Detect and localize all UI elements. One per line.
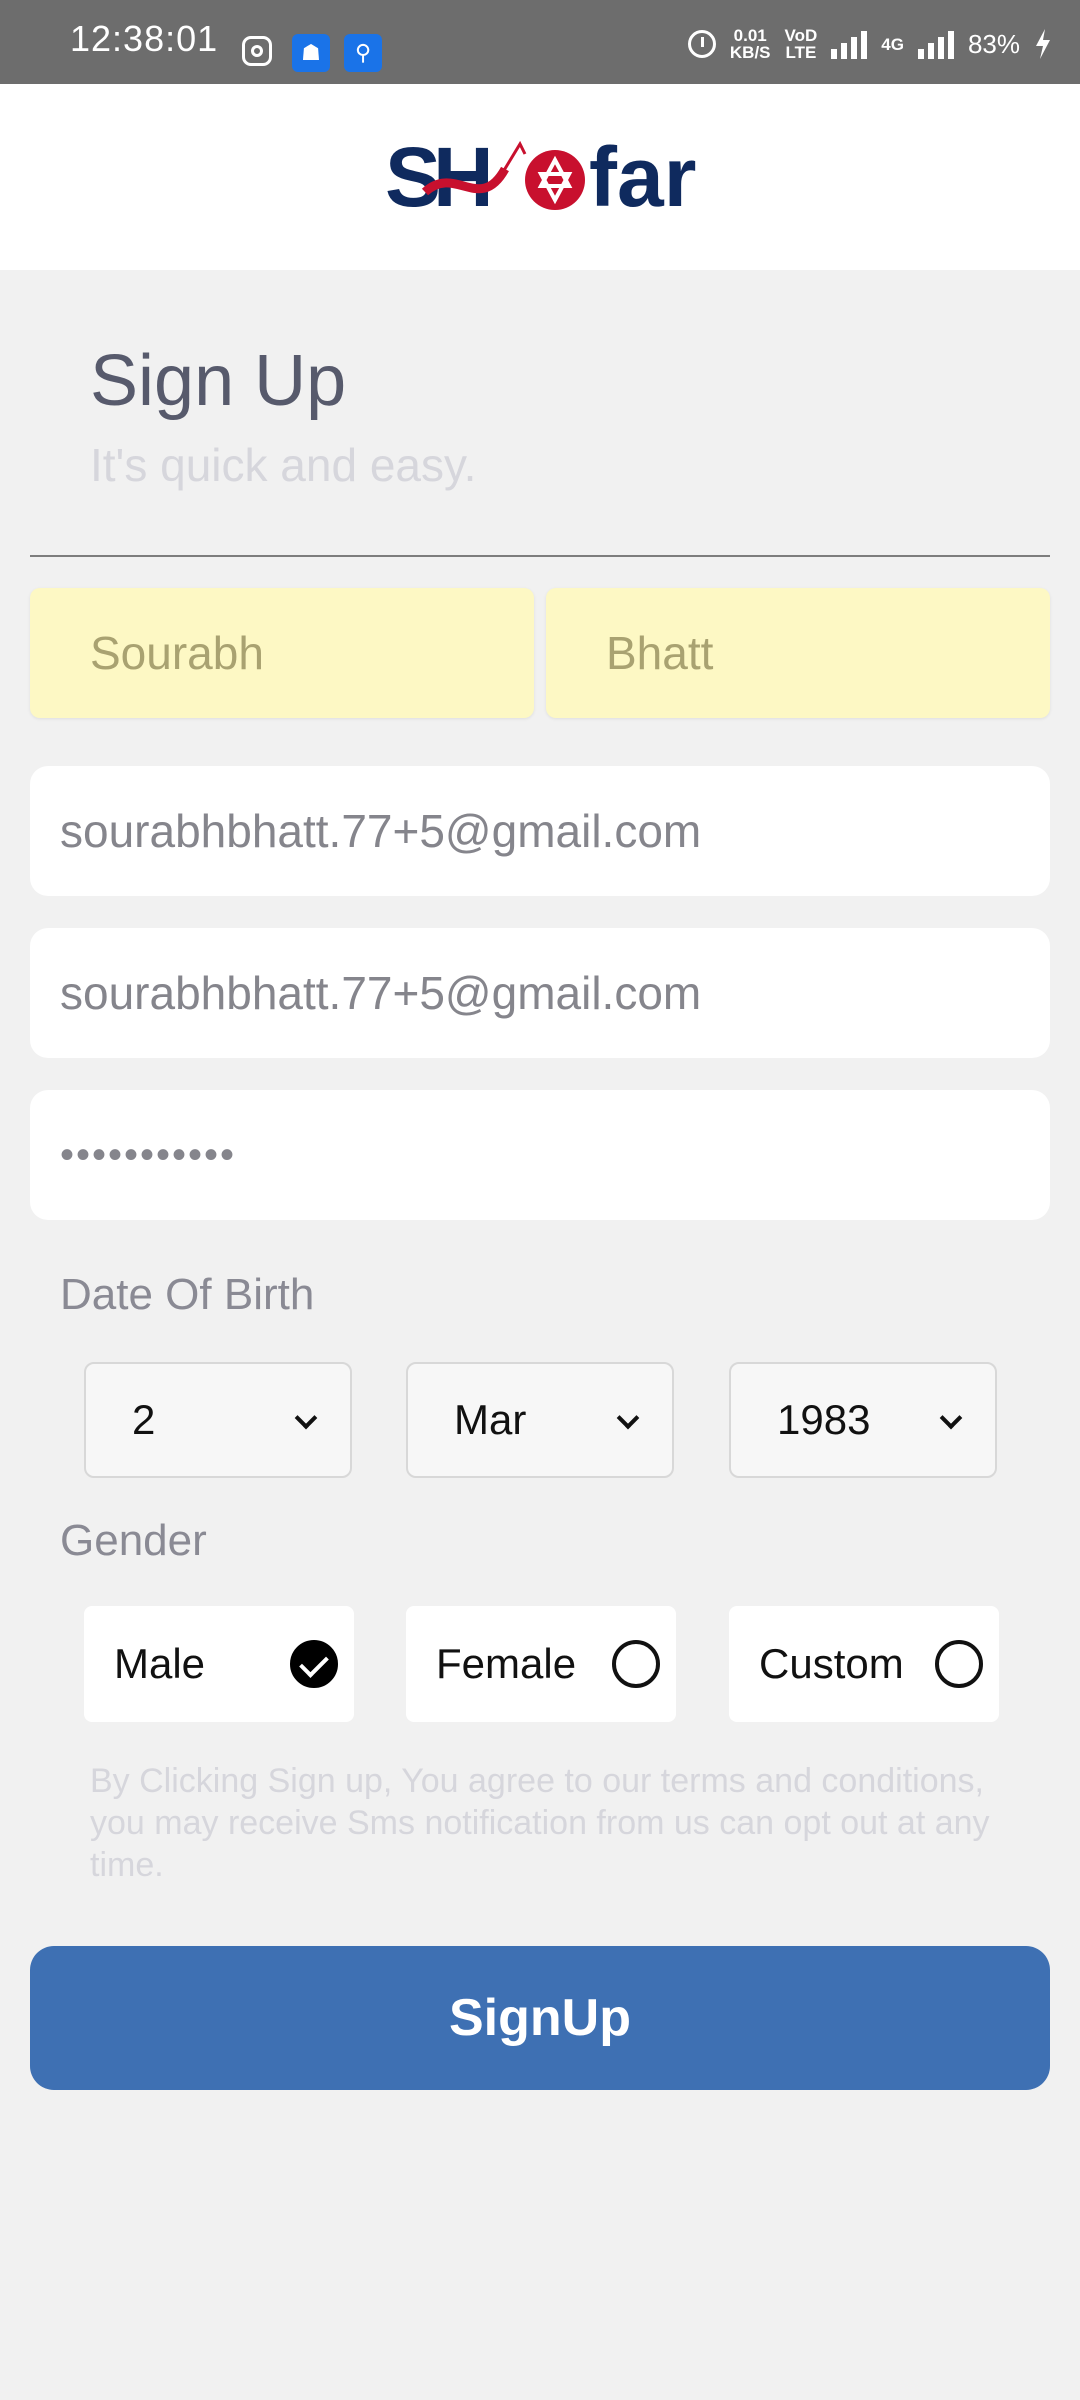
- radio-unchecked-icon[interactable]: [935, 1640, 983, 1688]
- radio-checked-icon[interactable]: [290, 1640, 338, 1688]
- usb-icon: ⚲: [344, 34, 382, 72]
- last-name-input[interactable]: Bhatt: [546, 588, 1050, 718]
- battery-charging-icon: [1036, 29, 1050, 59]
- chevron-down-icon: [939, 1406, 963, 1430]
- first-name-input[interactable]: Sourabh: [30, 588, 534, 718]
- gender-option-label: Custom: [759, 1640, 904, 1687]
- gender-option-label: Male: [114, 1640, 206, 1687]
- signal-icon: [831, 29, 868, 59]
- clock: 12:38:01: [70, 18, 219, 59]
- alarm-icon: [687, 30, 716, 58]
- gender-option-female[interactable]: Female: [406, 1606, 676, 1722]
- status-bar: 12:38:01 ☗ ⚲ 0.01 KB/S VoD LTE 4G 83%: [0, 0, 1080, 84]
- net-speed: 0.01 KB/S: [729, 26, 771, 62]
- dob-day-select[interactable]: 2: [84, 1362, 352, 1478]
- dob-label: Date Of Birth: [60, 1270, 315, 1319]
- instagram-icon: [242, 36, 272, 66]
- app-header: S H far: [0, 84, 1080, 270]
- chevron-down-icon: [616, 1406, 640, 1430]
- svg-text:far: far: [589, 130, 696, 224]
- email-input[interactable]: sourabhbhatt.77+5@gmail.com: [30, 766, 1050, 896]
- page-subtitle: It's quick and easy.: [90, 439, 477, 491]
- android-icon: ☗: [292, 34, 330, 72]
- gender-option-male[interactable]: Male: [84, 1606, 354, 1722]
- terms-text: By Clicking Sign up, You agree to our te…: [90, 1762, 990, 1884]
- dob-month-select[interactable]: Mar: [406, 1362, 674, 1478]
- radio-unchecked-icon[interactable]: [612, 1640, 660, 1688]
- dob-month-value: Mar: [454, 1396, 527, 1443]
- password-input[interactable]: •••••••••••: [30, 1090, 1050, 1220]
- network-type: 4G: [881, 34, 904, 54]
- gender-option-label: Female: [436, 1640, 577, 1687]
- gender-label: Gender: [60, 1516, 207, 1565]
- signup-button[interactable]: SignUp: [30, 1946, 1050, 2090]
- dob-year-select[interactable]: 1983: [729, 1362, 997, 1478]
- volte-indicator: VoD LTE: [784, 26, 818, 62]
- status-right-group: 0.01 KB/S VoD LTE 4G 83%: [687, 24, 1052, 64]
- svg-text:H: H: [433, 130, 494, 224]
- shofar-logo: S H far: [385, 130, 696, 224]
- chevron-down-icon: [294, 1406, 318, 1430]
- battery-level: 83%: [967, 28, 1020, 59]
- page-title: Sign Up: [90, 341, 347, 421]
- dob-year-value: 1983: [777, 1396, 871, 1443]
- divider: [30, 555, 1050, 557]
- gender-option-custom[interactable]: Custom: [729, 1606, 999, 1722]
- signal-icon-2: [917, 29, 954, 59]
- dob-day-value: 2: [132, 1396, 156, 1443]
- confirm-email-input[interactable]: sourabhbhatt.77+5@gmail.com: [30, 928, 1050, 1058]
